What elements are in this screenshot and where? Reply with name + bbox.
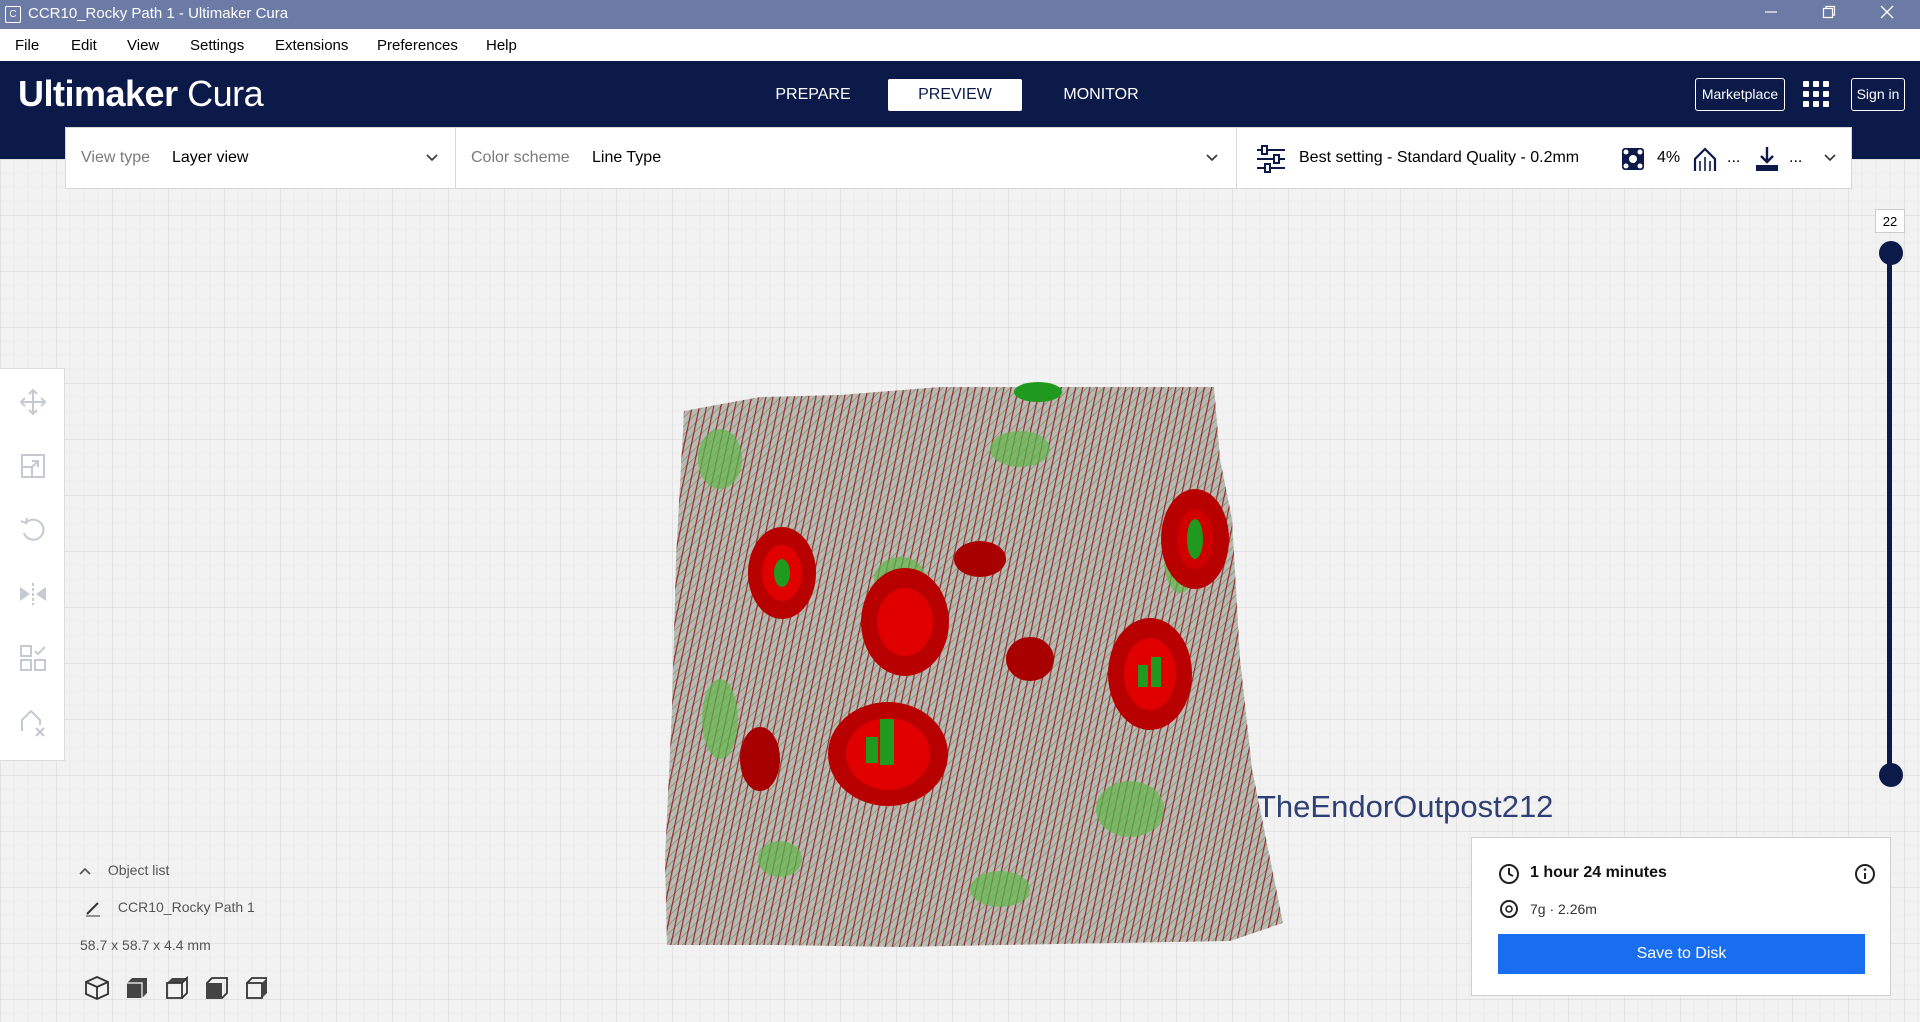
- object-name: CCR10_Rocky Path 1: [117, 899, 255, 915]
- chevron-down-icon: [1206, 154, 1218, 162]
- 3d-view-icon[interactable]: [84, 975, 110, 1001]
- minimize-icon[interactable]: [1742, 0, 1800, 29]
- chevron-down-icon: [1824, 154, 1836, 162]
- apps-grid-icon[interactable]: [1803, 81, 1829, 107]
- current-layer-indicator[interactable]: 22: [1875, 209, 1905, 233]
- menu-bar: File Edit View Settings Extensions Prefe…: [0, 29, 1920, 61]
- object-list-item[interactable]: CCR10_Rocky Path 1: [84, 899, 255, 917]
- tab-prepare[interactable]: PREPARE: [746, 79, 880, 111]
- left-view-icon[interactable]: [204, 975, 230, 1001]
- layer-slider-top-handle[interactable]: [1879, 241, 1903, 265]
- tab-monitor[interactable]: MONITOR: [1034, 79, 1168, 111]
- watermark-text: TheEndorOutpost212: [1257, 789, 1554, 824]
- color-scheme-label: Color scheme: [471, 149, 570, 166]
- close-icon[interactable]: [1858, 0, 1916, 29]
- per-model-settings-icon[interactable]: [18, 643, 48, 673]
- cura-app-icon: C: [5, 6, 21, 23]
- left-toolbar: [0, 368, 65, 761]
- chevron-up-icon: [79, 868, 91, 875]
- support-blocker-icon[interactable]: [18, 707, 48, 737]
- menu-view[interactable]: View: [127, 37, 159, 54]
- object-dimensions: 58.7 x 58.7 x 4.4 mm: [80, 937, 211, 953]
- mirror-tool-icon[interactable]: [18, 579, 48, 609]
- save-to-disk-button[interactable]: Save to Disk: [1498, 934, 1865, 974]
- menu-edit[interactable]: Edit: [71, 37, 97, 54]
- print-info-panel: 1 hour 24 minutes 7g · 2.26m Save to Dis…: [1471, 837, 1891, 996]
- infill-icon: [1622, 148, 1644, 170]
- menu-help[interactable]: Help: [486, 37, 517, 54]
- object-list-header: Object list: [107, 862, 170, 878]
- menu-settings[interactable]: Settings: [190, 37, 244, 54]
- layer-slider-bottom-handle[interactable]: [1879, 763, 1903, 787]
- view-type-label: View type: [81, 149, 151, 166]
- window-title: CCR10_Rocky Path 1 - Ultimaker Cura: [28, 5, 289, 22]
- front-view-icon[interactable]: [124, 975, 150, 1001]
- support-icon: [1693, 147, 1717, 171]
- layer-slider-track[interactable]: [1887, 252, 1892, 776]
- title-bar: C CCR10_Rocky Path 1 - Ultimaker Cura: [0, 0, 1920, 29]
- print-time: 1 hour 24 minutes: [1530, 864, 1667, 881]
- view-type-value: Layer view: [172, 149, 249, 166]
- print-settings-panel[interactable]: Best setting - Standard Quality - 0.2mm …: [1236, 127, 1852, 189]
- material-usage: 7g · 2.26m: [1530, 901, 1597, 917]
- menu-preferences[interactable]: Preferences: [377, 37, 458, 54]
- color-scheme-dropdown[interactable]: Color scheme Line Type: [455, 127, 1237, 189]
- infill-percentage: 4%: [1657, 149, 1681, 166]
- menu-extensions[interactable]: Extensions: [275, 37, 348, 54]
- right-view-icon[interactable]: [244, 975, 270, 1001]
- object-list-toggle[interactable]: Object list: [78, 862, 169, 878]
- menu-file[interactable]: File: [15, 37, 39, 54]
- pencil-icon: [86, 902, 100, 917]
- settings-sliders-icon: [1257, 145, 1285, 173]
- info-icon[interactable]: [1854, 863, 1876, 885]
- rotate-tool-icon[interactable]: [18, 515, 48, 545]
- sign-in-button[interactable]: Sign in: [1851, 78, 1905, 111]
- support-value: ...: [1727, 149, 1741, 166]
- filament-spool-icon: [1500, 900, 1518, 918]
- view-type-dropdown[interactable]: View type Layer view: [65, 127, 456, 189]
- quality-profile: Best setting - Standard Quality - 0.2mm: [1299, 149, 1580, 166]
- scale-tool-icon[interactable]: [18, 451, 48, 481]
- adhesion-value: ...: [1789, 149, 1803, 166]
- chevron-down-icon: [426, 154, 438, 162]
- ultimaker-cura-logo: Ultimaker Cura: [18, 73, 264, 114]
- move-tool-icon[interactable]: [18, 387, 48, 417]
- adhesion-icon: [1756, 147, 1778, 171]
- clock-icon: [1499, 864, 1519, 884]
- restore-icon[interactable]: [1800, 0, 1858, 29]
- color-scheme-value: Line Type: [592, 149, 662, 166]
- top-view-icon[interactable]: [164, 975, 190, 1001]
- marketplace-button[interactable]: Marketplace: [1695, 78, 1785, 111]
- tab-preview[interactable]: PREVIEW: [888, 79, 1022, 111]
